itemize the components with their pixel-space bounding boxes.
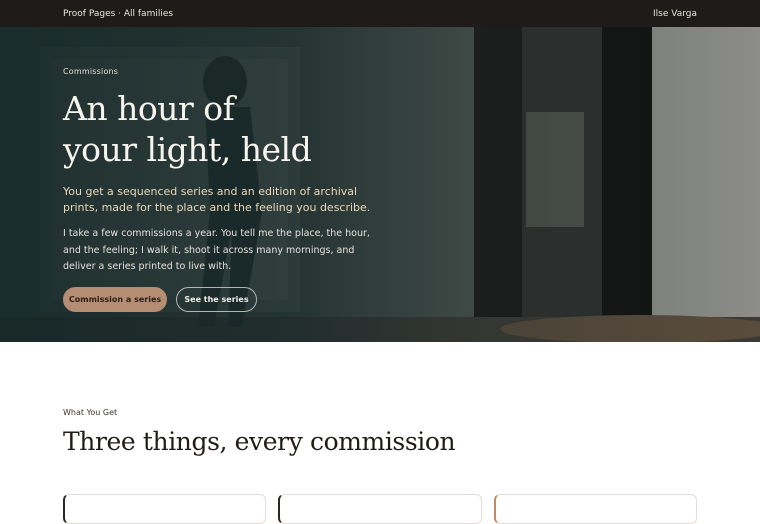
feature-cards	[63, 494, 697, 524]
see-series-button[interactable]: See the series	[176, 286, 257, 312]
user-name-link[interactable]: Ilse Varga	[653, 9, 697, 19]
hero-title-line-1: An hour of	[63, 89, 235, 128]
hero-body: I take a few commissions a year. You tel…	[63, 228, 370, 272]
hero-content: Commissions An hour of your light, held …	[63, 67, 383, 312]
what-you-get-section: What You Get Three things, every commiss…	[63, 408, 703, 456]
hero-lede: You get a sequenced series and an editio…	[63, 185, 371, 214]
section-eyebrow: What You Get	[63, 408, 118, 417]
hero-title-line-2: your light, held	[63, 130, 312, 169]
feature-card	[493, 494, 697, 524]
hero-eyebrow: Commissions	[63, 67, 119, 76]
feature-card	[278, 494, 482, 524]
hero-title: An hour of your light, held	[63, 88, 383, 170]
brand-link[interactable]: Proof Pages · All families	[63, 9, 173, 19]
commission-series-button[interactable]: Commission a series	[63, 286, 167, 312]
section-title: Three things, every commission	[63, 427, 456, 456]
hero-banner: Commissions An hour of your light, held …	[0, 27, 760, 342]
hero-actions: Commission a series See the series	[63, 286, 383, 312]
top-navigation-bar: Proof Pages · All families Ilse Varga	[0, 0, 760, 27]
feature-card	[63, 494, 267, 524]
